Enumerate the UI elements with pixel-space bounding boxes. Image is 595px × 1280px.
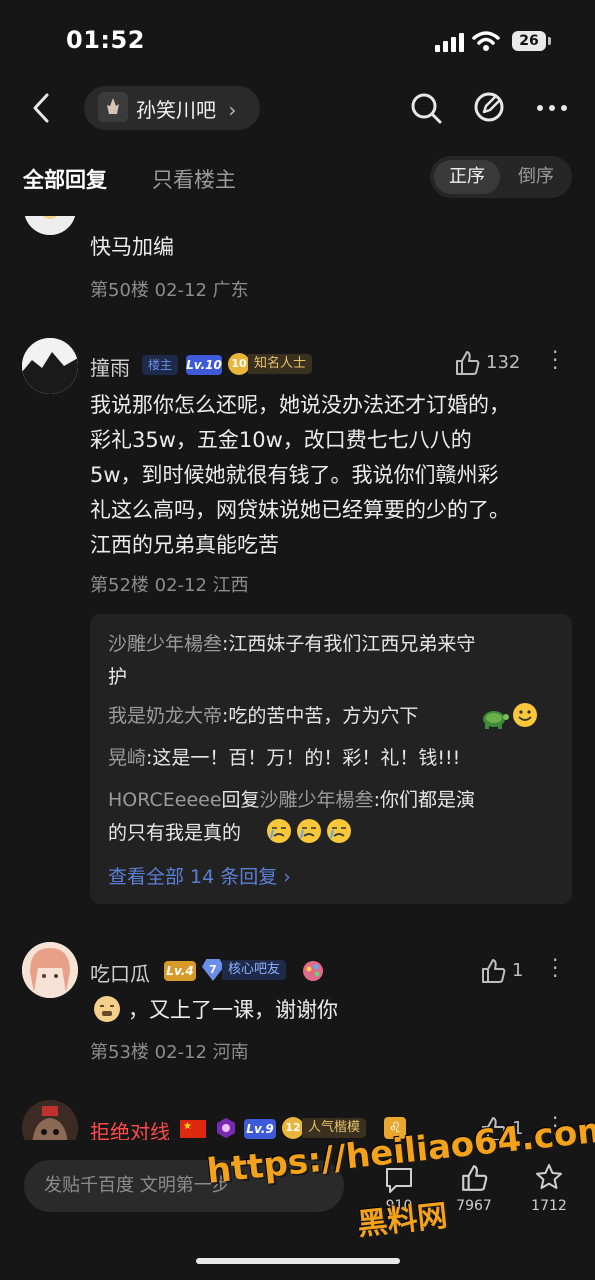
home-indicator [196, 1258, 400, 1264]
post-meta: 第52楼 02-12 江西 [90, 575, 249, 596]
level-badge: Lv.4 [164, 961, 196, 981]
post-text: ，又上了一课，谢谢你 [128, 998, 338, 1022]
battery-icon: 26 [512, 31, 546, 51]
post-line: 彩礼35w，五金10w，改口费七七八八的 [90, 428, 472, 452]
like-icon[interactable] [454, 350, 480, 376]
sub-reply-text: :这是一！百！万！的！彩！礼！钱!!! [146, 747, 461, 769]
level-badge: Lv.10 [186, 355, 222, 375]
tab-all-replies[interactable]: 全部回复 [23, 164, 107, 194]
sub-reply-text: :你们都是演 [373, 789, 475, 811]
sub-reply-text: :江西妹子有我们江西兄弟来守 [222, 633, 476, 655]
forum-title[interactable]: 孙笑川吧 › [136, 94, 236, 123]
crown-icon: 12 [282, 1117, 304, 1139]
diamond-icon: 7 [202, 959, 224, 981]
title-badge: 10 知名人士 [228, 352, 320, 376]
smile-emoji-icon [513, 703, 537, 727]
title-badge: 7 核心吧友 [202, 958, 298, 982]
edit-icon[interactable] [472, 90, 506, 124]
more-icon[interactable] [536, 104, 568, 112]
crown-icon: 10 [228, 353, 250, 375]
sort-descending-button[interactable]: 倒序 [503, 160, 569, 194]
sort-ascending-button[interactable]: 正序 [434, 160, 500, 194]
post-more-icon[interactable]: · · · [552, 950, 558, 986]
like-icon[interactable] [480, 958, 506, 984]
post-meta: 第50楼 02-12 广东 [90, 280, 249, 301]
post-meta: 第53楼 02-12 河南 [90, 1042, 249, 1063]
post-text: 快马加编 [90, 235, 174, 259]
like-count: 7967 [456, 1198, 492, 1214]
back-icon[interactable] [30, 92, 54, 124]
status-time: 01:52 [66, 26, 145, 54]
favorite-count: 1712 [531, 1198, 567, 1214]
sub-reply-target[interactable]: 沙雕少年楊叁 [260, 789, 374, 811]
sub-reply-author[interactable]: HORCEeeee [108, 789, 222, 811]
signal-icon [435, 32, 465, 52]
wifi-icon [472, 31, 500, 51]
post-line: 江西的兄弟真能吃苦 [90, 533, 279, 557]
sub-reply[interactable]: 沙雕少年楊叁:江西妹子有我们江西兄弟来守 护 [108, 628, 558, 694]
like-count: 1 [512, 960, 524, 981]
emoji-icon [94, 996, 120, 1022]
sub-reply[interactable]: 晃崎:这是一！百！万！的！彩！礼！钱!!! [108, 742, 558, 775]
like-icon[interactable] [460, 1164, 488, 1192]
avatar[interactable] [22, 338, 78, 394]
op-badge: 楼主 [142, 355, 178, 375]
avatar[interactable] [22, 942, 78, 998]
turtle-emoji-icon [483, 711, 509, 729]
forum-avatar [98, 92, 128, 122]
sub-reply-text: :吃的苦中苦，方为穴下 [222, 705, 419, 727]
chevron-right-icon: › [228, 98, 237, 122]
view-all-replies-link[interactable]: 查看全部 14 条回复 › [108, 862, 291, 889]
sub-reply-text: 护 [108, 666, 128, 688]
fan-badge-icon [217, 1118, 235, 1138]
crying-emoji-icon [267, 819, 351, 843]
post-line: 我说那你怎么还呢，她说没办法还才订婚的， [90, 393, 510, 417]
sub-reply-author[interactable]: 晃崎 [108, 747, 146, 769]
title-label: 核心吧友 [222, 960, 287, 980]
tab-op-only[interactable]: 只看楼主 [152, 164, 236, 194]
battery-tip [548, 37, 551, 45]
sub-reply-author[interactable]: 我是奶龙大帝 [108, 705, 222, 727]
post-more-icon[interactable]: · · · [552, 342, 558, 378]
forum-name: 孙笑川吧 [136, 98, 216, 122]
title-label: 知名人士 [248, 354, 313, 374]
flag-icon: ★ [180, 1120, 206, 1138]
level-badge: Lv.9 [244, 1119, 276, 1139]
star-icon[interactable] [534, 1162, 564, 1192]
sub-reply-verb: 回复 [221, 789, 260, 811]
sub-reply-author[interactable]: 沙雕少年楊叁 [108, 633, 222, 655]
username[interactable]: 撞雨 [90, 352, 130, 381]
post-line: 礼这么高吗，网贷妹说她已经算要的少的了。 [90, 498, 510, 522]
like-count: 132 [486, 352, 521, 373]
palette-icon [303, 961, 323, 981]
username[interactable]: 吃口瓜 [90, 958, 150, 987]
post-line: 5w，到时候她就很有钱了。我说你们赣州彩 [90, 463, 499, 487]
watermark-name: 黑料网 [355, 1198, 450, 1243]
sub-reply-text: 的只有我是真的 [108, 822, 242, 844]
search-icon[interactable] [408, 90, 444, 126]
